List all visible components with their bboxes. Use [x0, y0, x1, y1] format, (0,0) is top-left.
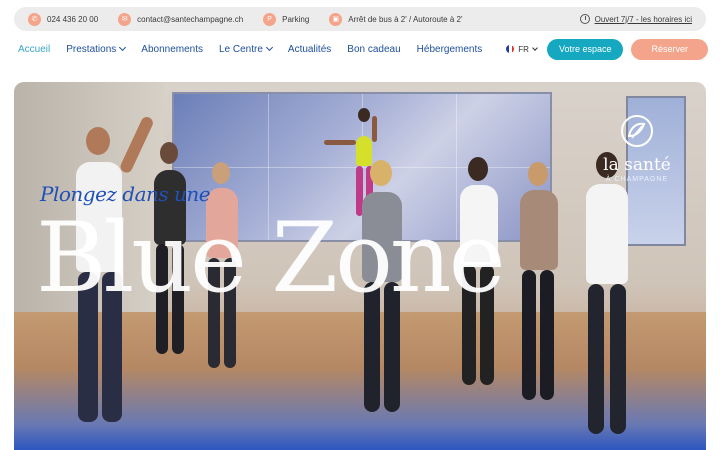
logo-name: la santé	[603, 155, 671, 175]
nav-label: Prestations	[66, 43, 117, 55]
nav-label: Abonnements	[141, 43, 203, 55]
nav-item-abonnements[interactable]: Abonnements	[141, 44, 203, 55]
info-bar: ✆ 024 436 20 00 ✉ contact@santechampagne…	[14, 7, 706, 31]
clock-icon	[579, 14, 590, 24]
chevron-down-icon	[119, 43, 127, 52]
dancer-figure	[562, 152, 652, 450]
france-flag-icon	[506, 45, 515, 53]
nav-item-prestations[interactable]: Prestations	[66, 43, 127, 55]
parking-label: Parking	[282, 14, 310, 24]
phone-number: 024 436 20 00	[47, 14, 99, 24]
hero-headline: Blue Zone	[36, 202, 506, 314]
phone-icon: ✆	[28, 12, 41, 26]
chevron-down-icon	[532, 45, 538, 51]
nav-actions: FR Votre espace Réserver	[506, 38, 708, 60]
email-info[interactable]: ✉ contact@santechampagne.ch	[118, 12, 244, 26]
transport-label: Arrêt de bus à 2' / Autoroute à 2'	[348, 14, 463, 24]
bus-icon: ▣	[329, 12, 343, 26]
book-button[interactable]: Réserver	[631, 38, 708, 60]
language-label: FR	[518, 44, 529, 54]
email-address: contact@santechampagne.ch	[137, 14, 244, 24]
language-selector[interactable]: FR	[506, 44, 538, 54]
nav-item-hebergements[interactable]: Hébergements	[417, 44, 483, 55]
nav-item-actualites[interactable]: Actualités	[288, 44, 331, 55]
logo-subtitle: À CHAMPAGNE	[605, 176, 669, 183]
nav-label: Hébergements	[416, 43, 483, 55]
brand-logo[interactable]: la santé À CHAMPAGNE	[592, 114, 682, 183]
main-nav: Accueil Prestations Abonnements Le Centr…	[18, 38, 708, 60]
account-button[interactable]: Votre espace	[546, 38, 624, 60]
opening-hours-link[interactable]: Ouvert 7j/7 - les horaires ici	[595, 15, 692, 24]
hero-banner: Plongez dans une Blue Zone la santé À CH…	[14, 82, 706, 450]
nav-item-bon-cadeau[interactable]: Bon cadeau	[347, 44, 400, 55]
mail-icon: ✉	[118, 12, 132, 26]
nav-label: Actualités	[287, 43, 332, 55]
parking-info: P Parking	[263, 12, 310, 26]
phone-info[interactable]: ✆ 024 436 20 00	[28, 12, 99, 26]
nav-item-accueil[interactable]: Accueil	[18, 44, 50, 55]
nav-label: Bon cadeau	[347, 43, 401, 55]
transport-info: ▣ Arrêt de bus à 2' / Autoroute à 2'	[329, 12, 463, 26]
opening-hours[interactable]: Ouvert 7j/7 - les horaires ici	[579, 14, 692, 24]
nav-label: Le Centre	[219, 43, 263, 55]
leaf-logo-icon	[621, 115, 653, 147]
nav-item-le-centre[interactable]: Le Centre	[219, 43, 273, 55]
parking-icon: P	[263, 12, 277, 26]
nav-label: Accueil	[18, 43, 51, 55]
chevron-down-icon	[265, 43, 273, 52]
